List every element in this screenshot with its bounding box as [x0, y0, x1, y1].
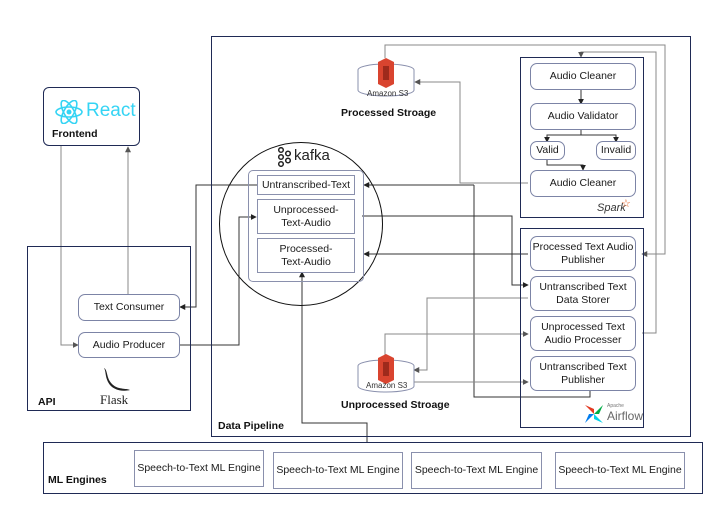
kafka-topic-unprocessed-text-audio[interactable]: Unprocessed-Text-Audio — [257, 199, 355, 234]
ml-engine-1[interactable]: Speech-to-Text ML Engine — [134, 450, 264, 487]
ml-engines-label: ML Engines — [48, 474, 107, 486]
ml-engine-4[interactable]: Speech-to-Text ML Engine — [555, 452, 685, 489]
react-logo-text: React — [86, 100, 136, 121]
react-atom-icon — [55, 100, 83, 124]
flask-logo-text: Flask — [100, 392, 129, 407]
airflow-task-untranscribed-text-publisher[interactable]: Untranscribed Text Publisher — [530, 356, 636, 391]
api-label: API — [38, 396, 56, 408]
audio-producer-box[interactable]: Audio Producer — [78, 332, 180, 358]
spark-audio-cleaner-bottom[interactable]: Audio Cleaner — [530, 170, 636, 197]
airflow-logo-text: Airflow — [607, 409, 644, 423]
airflow-pinwheel-icon — [585, 405, 603, 423]
airflow-task-untranscribed-text-data-storer[interactable]: Untranscribed Text Data Storer — [530, 276, 636, 311]
kafka-logo-icon — [277, 147, 291, 167]
data-pipeline-label: Data Pipeline — [218, 420, 284, 432]
frontend-panel: React Frontend — [43, 87, 140, 146]
unprocessed-storage-label: Unprocessed Stroage — [341, 399, 450, 411]
airflow-task-processed-text-audio-publisher[interactable]: Processed Text Audio Publisher — [530, 236, 636, 271]
spark-audio-validator[interactable]: Audio Validator — [530, 103, 636, 130]
flask-horn-icon — [104, 368, 130, 391]
processed-s3-label: Amazon S3 — [367, 89, 409, 98]
airflow-task-unprocessed-text-audio-processer[interactable]: Unprocessed Text Audio Processer — [530, 316, 636, 351]
ml-engine-2[interactable]: Speech-to-Text ML Engine — [273, 452, 403, 489]
spark-audio-cleaner-top[interactable]: Audio Cleaner — [530, 63, 636, 90]
spark-star-icon: ☆ — [621, 198, 631, 210]
processed-storage-label: Processed Stroage — [341, 107, 437, 119]
spark-invalid[interactable]: Invalid — [596, 141, 636, 160]
ml-engine-3[interactable]: Speech-to-Text ML Engine — [411, 452, 542, 489]
spark-valid[interactable]: Valid — [530, 141, 565, 160]
kafka-topic-untranscribed-text[interactable]: Untranscribed-Text — [257, 175, 355, 195]
frontend-label: Frontend — [52, 128, 98, 140]
kafka-logo-text: kafka — [294, 147, 330, 164]
unprocessed-s3-label: Amazon S3 — [366, 381, 408, 390]
text-consumer-box[interactable]: Text Consumer — [78, 294, 180, 321]
kafka-topic-processed-text-audio[interactable]: Processed-Text-Audio — [257, 238, 355, 273]
